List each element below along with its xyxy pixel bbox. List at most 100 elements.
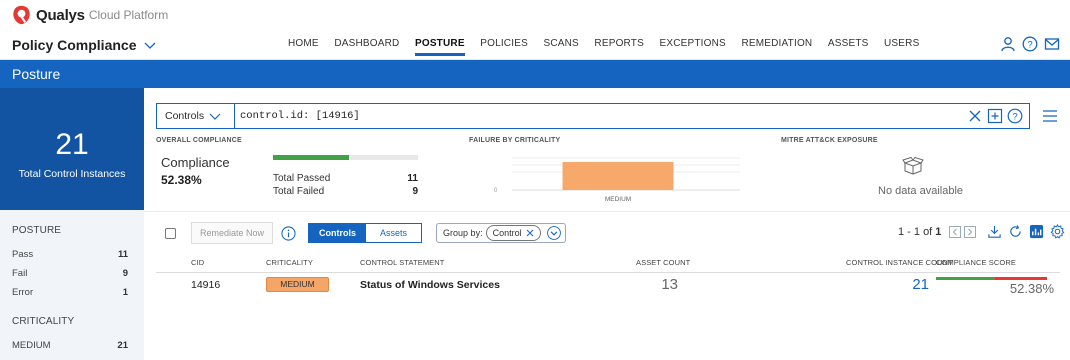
total-instances-card: 21 Total Control Instances bbox=[0, 88, 144, 210]
posture-filter-count: 1 bbox=[122, 287, 128, 298]
info-icon[interactable] bbox=[281, 225, 296, 241]
empty-box-icon bbox=[902, 157, 924, 175]
user-icon[interactable] bbox=[1000, 36, 1016, 52]
nav-item-dashboard[interactable]: DASHBOARD bbox=[334, 38, 399, 49]
summary-section: OVERALL COMPLIANCE FAILURE BY CRITICALIT… bbox=[156, 137, 1068, 207]
total-count: 21 bbox=[55, 128, 89, 161]
col-control-statement[interactable]: CONTROL STATEMENT bbox=[360, 258, 444, 267]
brand-bar: Qualys Cloud Platform bbox=[0, 0, 1070, 30]
instance-count-link[interactable]: 21 bbox=[891, 276, 929, 293]
criticality-badge: MEDIUM bbox=[266, 277, 329, 292]
nav-item-home[interactable]: HOME bbox=[288, 38, 319, 49]
search-bar: Controls ? bbox=[156, 103, 1030, 129]
nav-item-posture[interactable]: POSTURE bbox=[414, 38, 465, 56]
chart-x-tick: MEDIUM bbox=[605, 196, 631, 203]
posture-filter-label: Pass bbox=[12, 249, 34, 260]
criticality-section-title: CRITICALITY bbox=[12, 316, 75, 327]
posture-filter-error[interactable]: Error 1 bbox=[12, 287, 128, 298]
criticality-filter-label: MEDIUM bbox=[12, 340, 51, 351]
search-help-icon[interactable]: ? bbox=[1007, 108, 1023, 124]
mail-icon[interactable] bbox=[1044, 36, 1060, 52]
col-cid[interactable]: CID bbox=[191, 258, 204, 267]
table-toolbar: Remediate Now Controls Assets Group by: … bbox=[165, 222, 566, 244]
mitre-no-data: No data available bbox=[878, 185, 964, 197]
module-navigation: Policy Compliance HOME DASHBOARD POSTURE PO… bbox=[0, 30, 1070, 60]
chart-report-icon[interactable] bbox=[1029, 224, 1044, 239]
posture-filter-label: Fail bbox=[12, 268, 28, 279]
mitre-exposure-title: MITRE ATT&CK EXPOSURE bbox=[781, 137, 878, 144]
total-failed-value: 9 bbox=[412, 186, 418, 197]
row-cid: 14916 bbox=[191, 279, 221, 291]
score-fail-segment bbox=[994, 277, 1047, 280]
posture-filter-pass[interactable]: Pass 11 bbox=[12, 249, 128, 260]
module-label: Policy Compliance bbox=[12, 37, 137, 53]
module-selector[interactable]: Policy Compliance bbox=[12, 37, 156, 53]
nav-item-scans[interactable]: SCANS bbox=[543, 38, 578, 49]
overall-compliance-title: OVERALL COMPLIANCE bbox=[156, 137, 242, 144]
controls-view-button[interactable]: Controls bbox=[309, 224, 367, 242]
search-scope-label: Controls bbox=[165, 110, 205, 122]
filter-panel: POSTURE Pass 11 Fail 9 Error 1 CRITICALITY ME… bbox=[0, 210, 144, 360]
settings-gear-icon[interactable] bbox=[1050, 224, 1065, 239]
help-icon[interactable]: ? bbox=[1022, 36, 1038, 52]
group-by-chip[interactable]: Control bbox=[485, 225, 541, 241]
next-page-icon[interactable] bbox=[964, 225, 977, 238]
total-label: Total Control Instances bbox=[18, 168, 126, 180]
svg-text:?: ? bbox=[1012, 112, 1017, 123]
header-icons: ? bbox=[1000, 36, 1060, 52]
table-row[interactable]: 14916 MEDIUM Status of Windows Services … bbox=[156, 275, 1060, 297]
control-statement-link[interactable]: Status of Windows Services bbox=[360, 279, 500, 291]
clear-search-icon[interactable] bbox=[967, 108, 983, 124]
failure-by-criticality-title: FAILURE BY CRITICALITY bbox=[469, 137, 561, 144]
chevron-down-icon bbox=[209, 113, 221, 120]
col-compliance-score[interactable]: COMPLIANCE SCORE bbox=[936, 258, 1016, 267]
pass-fail-totals: Total Passed 11 Total Failed 9 bbox=[273, 173, 418, 199]
main-nav: HOME DASHBOARD POSTURE POLICIES SCANS REPORTS… bbox=[288, 38, 935, 56]
brand-suffix: Cloud Platform bbox=[88, 8, 169, 22]
group-by-value: Control bbox=[492, 228, 522, 238]
compliance-score-bar bbox=[936, 277, 1047, 280]
col-asset-count[interactable]: ASSET COUNT bbox=[636, 258, 690, 267]
total-failed-label: Total Failed bbox=[273, 186, 325, 197]
total-passed-value: 11 bbox=[407, 173, 418, 184]
compliance-progress-fill bbox=[273, 155, 349, 160]
compliance-progress-bar bbox=[273, 155, 418, 160]
posture-section-title: POSTURE bbox=[12, 225, 62, 236]
search-scope-dropdown[interactable]: Controls bbox=[157, 104, 235, 128]
compliance-label: Compliance bbox=[161, 155, 230, 170]
table-header: CID CRITICALITY CONTROL STATEMENT ASSET … bbox=[156, 258, 1060, 272]
select-all-checkbox[interactable] bbox=[165, 227, 176, 239]
add-filter-icon[interactable] bbox=[987, 108, 1003, 124]
nav-item-exceptions[interactable]: EXCEPTIONS bbox=[659, 38, 725, 49]
compliance-value: 52.38% bbox=[161, 173, 202, 187]
search-input[interactable] bbox=[235, 104, 967, 128]
view-toggle: Controls Assets bbox=[308, 223, 423, 243]
nav-item-assets[interactable]: ASSETS bbox=[828, 38, 869, 49]
col-criticality[interactable]: CRITICALITY bbox=[266, 258, 313, 267]
remediate-now-button[interactable]: Remediate Now bbox=[191, 222, 274, 244]
prev-page-icon[interactable] bbox=[949, 225, 962, 238]
group-by-selector[interactable]: Group by: Control bbox=[436, 223, 566, 243]
remove-chip-icon[interactable] bbox=[526, 229, 534, 237]
hamburger-menu-icon[interactable] bbox=[1042, 109, 1058, 123]
nav-item-reports[interactable]: REPORTS bbox=[594, 38, 644, 49]
pagination: 1 - 1 of 1 bbox=[898, 224, 1065, 239]
criticality-filter-medium[interactable]: MEDIUM 21 bbox=[12, 340, 128, 351]
chart-y-tick: 0 bbox=[494, 188, 498, 194]
posture-filter-count: 11 bbox=[117, 249, 128, 260]
assets-view-button[interactable]: Assets bbox=[366, 224, 422, 242]
posture-filter-fail[interactable]: Fail 9 bbox=[12, 268, 128, 279]
nav-item-users[interactable]: USERS bbox=[884, 38, 919, 49]
nav-item-policies[interactable]: POLICIES bbox=[480, 38, 528, 49]
nav-item-remediation[interactable]: REMEDIATION bbox=[741, 38, 812, 49]
pagination-text: 1 - 1 of bbox=[898, 225, 933, 238]
pagination-total: 1 bbox=[935, 225, 942, 238]
chevron-down-icon bbox=[145, 42, 156, 49]
page-title: Posture bbox=[0, 60, 1070, 88]
criticality-filter-count: 21 bbox=[117, 340, 128, 351]
qualys-logo-icon bbox=[13, 5, 30, 25]
refresh-icon[interactable] bbox=[1008, 224, 1023, 239]
download-icon[interactable] bbox=[987, 224, 1002, 239]
asset-count: 13 bbox=[661, 276, 678, 293]
chart-bar-medium[interactable] bbox=[562, 162, 674, 190]
